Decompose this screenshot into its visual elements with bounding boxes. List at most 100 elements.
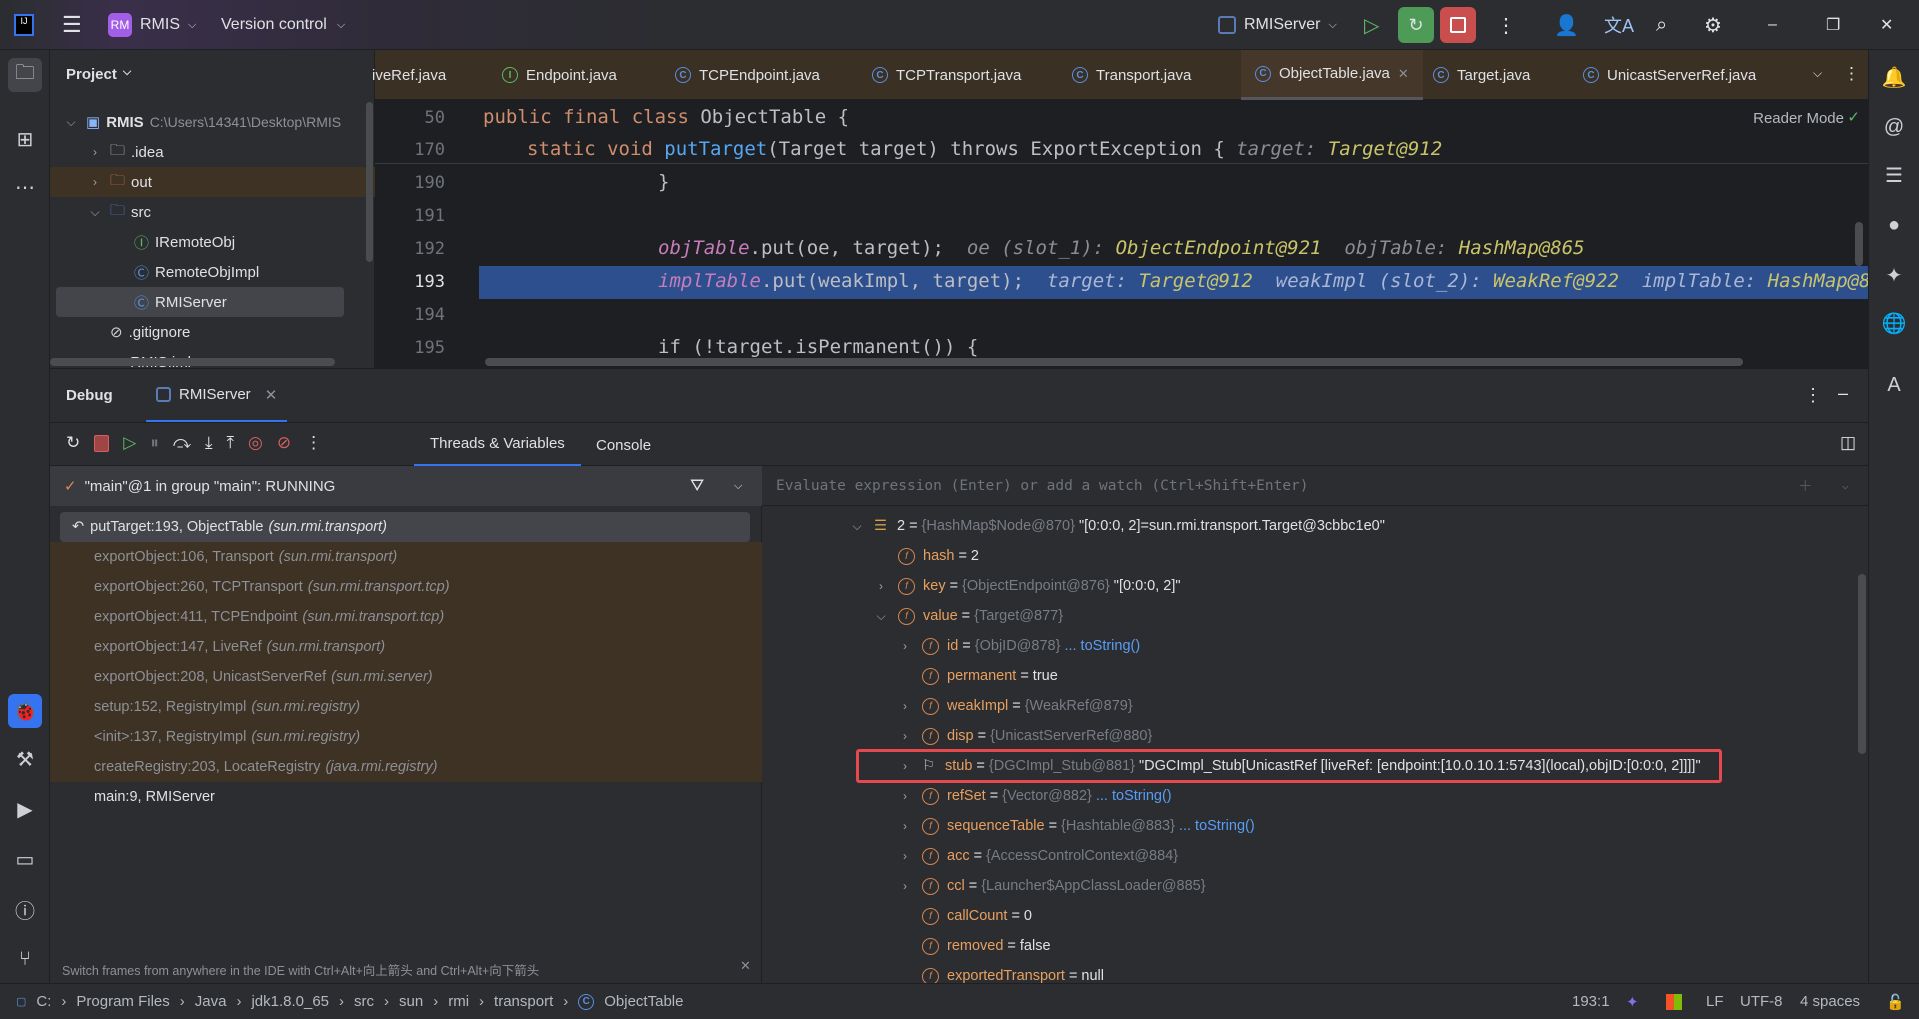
restore-button[interactable]: ❐ (1826, 0, 1840, 50)
chevron-right-icon[interactable]: › (874, 579, 888, 593)
chevron-down-icon[interactable]: ⌵ (734, 480, 742, 493)
close-button[interactable]: ✕ (1880, 0, 1893, 50)
tree-item[interactable]: ⌵ ▣ RMIS C:\Users\14341\Desktop\RMIS (50, 107, 360, 137)
reader-mode-button[interactable]: Reader Mode (1753, 110, 1844, 127)
line-ending[interactable]: LF (1706, 993, 1724, 1010)
run-config-selector[interactable]: RMIServer ⌵ (1218, 0, 1337, 50)
variable-row[interactable]: › f weakImpl = {WeakRef@879} (898, 691, 1133, 721)
chevron-down-icon[interactable]: ⌵ (64, 115, 78, 130)
inline-hint-value[interactable]: Target@912 (1138, 270, 1252, 292)
stack-frame[interactable]: ↶ putTarget:193, ObjectTable (sun.rmi.tran… (60, 512, 750, 542)
build-hammer-icon[interactable]: ⚒ (8, 742, 42, 776)
inline-hint-value[interactable]: WeakRef@922 (1493, 270, 1619, 292)
encoding[interactable]: UTF-8 (1740, 993, 1783, 1010)
debug-session-tab[interactable]: RMIServer ✕ (146, 369, 288, 423)
project-panel-header[interactable]: Project ⌵ (66, 66, 131, 83)
tree-item[interactable]: ⌵ 🗀 src (50, 197, 360, 227)
stop-button[interactable] (1440, 7, 1476, 43)
more-icon[interactable]: ⋮ (305, 433, 322, 453)
tab-objecttable[interactable]: C ObjectTable.java ✕ (1241, 50, 1423, 100)
chevron-down-icon[interactable]: ⌵ (1842, 479, 1849, 492)
breadcrumb-item[interactable]: jdk1.8.0_65 (251, 993, 329, 1010)
search-icon[interactable]: ⌕ (1656, 0, 1667, 50)
layout-icon[interactable]: ◫ (1840, 433, 1856, 453)
folder-icon[interactable]: 🗀 (8, 58, 42, 92)
terminal-icon[interactable]: ▭ (8, 842, 42, 876)
project-hscrollbar[interactable] (50, 358, 335, 366)
problems-icon[interactable]: ⓘ (8, 892, 42, 926)
vcs-menu[interactable]: Version control ⌵ (221, 0, 345, 50)
inline-hint-value[interactable]: ObjectEndpoint@921 (1116, 237, 1322, 259)
breadcrumb-item[interactable]: ObjectTable (604, 993, 683, 1010)
chevron-down-icon[interactable]: ⌵ (88, 205, 102, 220)
thread-selector[interactable]: ✓ "main"@1 in group "main": RUNNING ⛛ ⌵ (50, 466, 762, 506)
tree-item[interactable]: › 🗀 out (50, 167, 375, 197)
inline-hint-value[interactable]: HashMap@865 (1459, 237, 1585, 259)
services-icon[interactable]: ▶ (8, 792, 42, 826)
to-string-link[interactable]: ... toString() (1179, 818, 1255, 834)
variable-row[interactable]: ⌵ ☰ 2 = {HashMap$Node@870} "[0:0:0, 2]=sun.… (850, 511, 1384, 541)
tab-iveref[interactable]: iveRef.java (372, 50, 446, 100)
project-scrollbar[interactable] (366, 102, 373, 262)
watch-input[interactable]: Evaluate expression (Enter) or add a wat… (762, 466, 1868, 506)
project-switcher[interactable]: RM RMIS ⌵ (108, 0, 196, 50)
close-icon[interactable]: ✕ (1398, 66, 1409, 82)
more-actions-icon[interactable]: ⋮ (1496, 0, 1516, 50)
more-tools-icon[interactable]: ⋯ (8, 170, 42, 204)
resume-icon[interactable]: ▷ (123, 433, 136, 453)
to-string-link[interactable]: ... toString() (1096, 788, 1172, 804)
rerun-icon[interactable]: ↻ (66, 433, 80, 453)
database-icon[interactable]: ☰ (1877, 158, 1911, 192)
tree-item[interactable]: ⊘ .gitignore (50, 317, 360, 347)
stack-frame[interactable]: createRegistry:203, LocateRegistry (java.… (50, 752, 762, 782)
variable-row[interactable]: f removed = false (898, 931, 1051, 961)
stack-frame[interactable]: setup:152, RegistryImpl (sun.rmi.registry… (50, 692, 762, 722)
close-icon[interactable]: ✕ (265, 386, 278, 404)
cursor-position[interactable]: 193:1 (1572, 993, 1610, 1010)
breadcrumb-item[interactable]: rmi (448, 993, 469, 1010)
editor-hscrollbar[interactable] (485, 358, 1743, 366)
tab-endpoint[interactable]: I Endpoint.java (502, 50, 617, 100)
translate-panel-icon[interactable]: A (1877, 368, 1911, 402)
variable-row[interactable]: › f id = {ObjID@878}... toString() (898, 631, 1140, 661)
stack-frame[interactable]: exportObject:208, UnicastServerRef (sun.r… (50, 662, 762, 692)
chevron-down-icon[interactable]: ⌵ (874, 609, 888, 624)
variable-row[interactable]: f callCount = 0 (898, 901, 1032, 931)
git-icon[interactable]: ⑂ (8, 942, 42, 976)
chevron-right-icon[interactable]: › (898, 789, 912, 803)
notifications-icon[interactable]: 🔔 (1877, 60, 1911, 94)
chevron-right-icon[interactable]: › (898, 819, 912, 833)
breadcrumb-item[interactable]: Java (195, 993, 227, 1010)
variables-scrollbar[interactable] (1858, 574, 1866, 754)
tree-item[interactable]: › 🗀 .idea (50, 137, 360, 167)
globe-icon[interactable]: 🌐 (1877, 306, 1911, 340)
add-watch-icon[interactable]: ＋ (1798, 475, 1813, 496)
add-user-icon[interactable]: 👤 (1554, 0, 1579, 50)
chevron-right-icon[interactable]: › (898, 879, 912, 893)
tab-list-chevron-icon[interactable]: ⌵ (1813, 66, 1822, 81)
gear-icon[interactable]: ⚙ (1704, 0, 1722, 50)
breadcrumb-item[interactable]: sun (399, 993, 423, 1010)
tree-item[interactable]: Ⓘ IRemoteObj (50, 227, 360, 257)
minimize-button[interactable]: – (1768, 0, 1777, 50)
debug-icon[interactable]: 🐞 (8, 694, 42, 728)
plugin-icon[interactable]: ✦ (1877, 258, 1911, 292)
translate-icon[interactable]: 文A (1604, 0, 1634, 50)
chevron-right-icon[interactable]: › (88, 175, 102, 189)
lock-icon[interactable]: 🔓 (1886, 993, 1905, 1011)
chevron-right-icon[interactable]: › (898, 849, 912, 863)
stack-frame[interactable]: exportObject:260, TCPTransport (sun.rmi.t… (50, 572, 762, 602)
tab-tcpendpoint[interactable]: C TCPEndpoint.java (675, 50, 820, 100)
more-options-icon[interactable]: ⋮ (1804, 385, 1822, 406)
tab-unicastserverref[interactable]: C UnicastServerRef.java (1583, 50, 1756, 100)
step-out-icon[interactable]: ⤒ (227, 433, 235, 453)
structure-icon[interactable]: ⊞ (8, 122, 42, 156)
step-over-icon[interactable]: ⤼ (173, 433, 191, 453)
tree-item[interactable]: Ⓒ RemoteObjImpl (50, 257, 360, 287)
editor-vscrollbar[interactable] (1855, 222, 1863, 266)
variable-row[interactable]: › f refSet = {Vector@882}... toString() (898, 781, 1172, 811)
chevron-right-icon[interactable]: › (898, 699, 912, 713)
stack-frame[interactable]: exportObject:106, Transport (sun.rmi.tran… (50, 542, 762, 572)
pause-icon[interactable]: ⏸ (150, 433, 159, 453)
minimize-panel-icon[interactable]: – (1838, 383, 1848, 404)
